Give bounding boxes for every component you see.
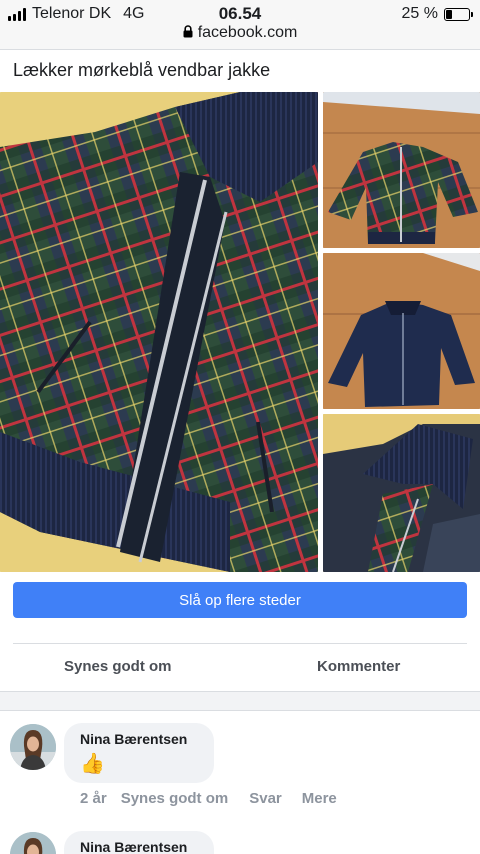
status-right: 25 % xyxy=(401,5,473,23)
address-bar[interactable]: facebook.com xyxy=(0,24,480,42)
comment-reply-button[interactable]: Svar xyxy=(249,790,282,807)
avatar[interactable] xyxy=(10,832,56,854)
comment-like-button[interactable]: Synes godt om xyxy=(121,790,229,807)
comment-meta: 2 år Synes godt om Svar Mere xyxy=(80,790,337,807)
divider xyxy=(13,643,467,644)
navy-jacket-floor-photo xyxy=(323,253,480,409)
battery-icon xyxy=(444,7,473,21)
status-bar: Telenor DK 4G 06.54 facebook.com 25 % xyxy=(0,0,480,50)
profile-photo-icon xyxy=(10,832,56,854)
photo-thumbnail-1[interactable] xyxy=(323,92,480,248)
avatar[interactable] xyxy=(10,724,56,770)
jacket-collar-closeup-photo xyxy=(323,414,480,572)
like-button[interactable]: Synes godt om xyxy=(64,658,172,675)
profile-photo-icon xyxy=(10,724,56,770)
comment-bubble[interactable]: Nina Bærentsen 👍 xyxy=(64,723,214,783)
plaid-jacket-floor-photo xyxy=(323,92,480,248)
comment-text: 👍 xyxy=(80,753,105,775)
plaid-jacket-photo xyxy=(0,92,318,572)
battery-percent: 25 % xyxy=(401,5,438,22)
comment-more-button[interactable]: Mere xyxy=(302,790,337,807)
photo-main[interactable] xyxy=(0,92,318,572)
photo-thumbnail-2[interactable] xyxy=(323,253,480,409)
comment-age: 2 år xyxy=(80,790,107,807)
post-title: Lækker mørkeblå vendbar jakke xyxy=(13,60,271,80)
comment-bubble[interactable]: Nina Bærentsen xyxy=(64,831,214,854)
comment-button[interactable]: Kommenter xyxy=(317,658,400,675)
post-actions: Synes godt om Kommenter xyxy=(0,645,480,689)
share-more-places-button[interactable]: Slå op flere steder xyxy=(13,582,467,618)
comment-author[interactable]: Nina Bærentsen xyxy=(80,839,198,854)
lock-icon xyxy=(183,25,193,38)
url-text: facebook.com xyxy=(197,24,298,41)
section-separator xyxy=(0,691,480,711)
battery-level xyxy=(446,9,452,19)
photo-thumbnail-3[interactable] xyxy=(323,414,480,572)
comment-author[interactable]: Nina Bærentsen xyxy=(80,731,198,747)
